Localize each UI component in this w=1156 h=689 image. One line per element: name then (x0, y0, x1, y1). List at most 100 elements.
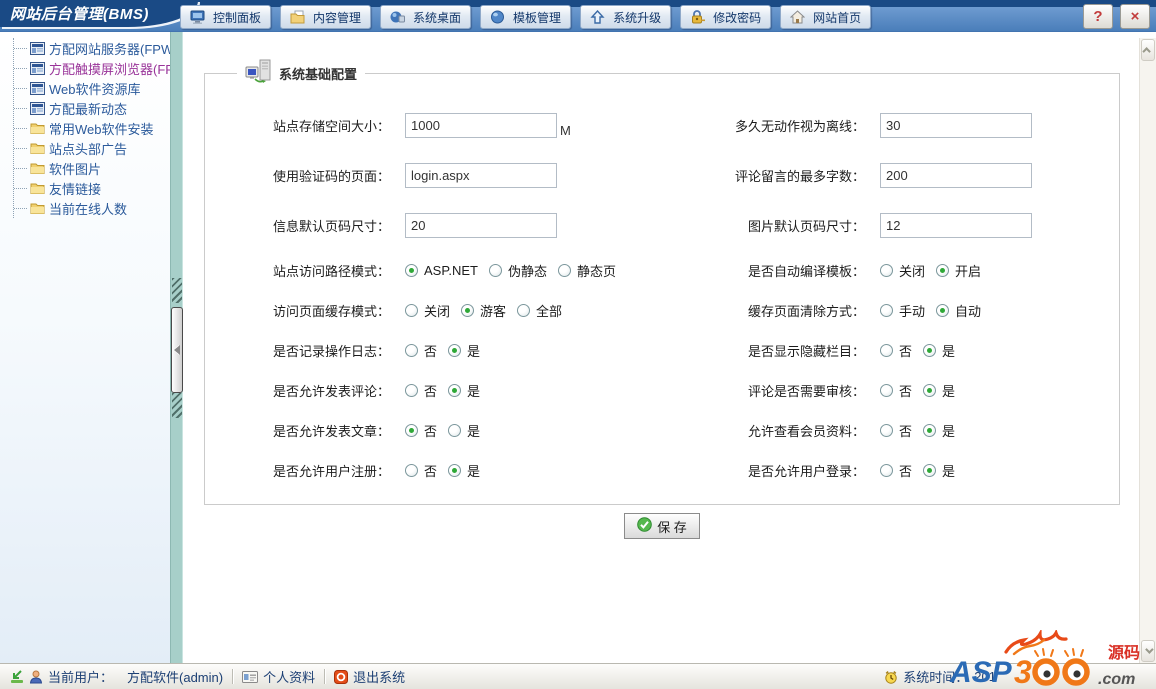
sidebar-splitter[interactable] (170, 32, 183, 663)
radio-option-yes[interactable]: 是 (448, 461, 480, 480)
radio-icon[interactable] (405, 463, 418, 477)
radio-option-on[interactable]: 开启 (936, 261, 981, 280)
radio-option-off[interactable]: 关闭 (405, 301, 450, 320)
sidebar-item-site-header-ads[interactable]: 站点头部广告 (14, 138, 170, 158)
radio-icon[interactable] (517, 303, 531, 317)
radio-option-no[interactable]: 否 (405, 341, 437, 360)
radio-option-yes[interactable]: 是 (448, 341, 480, 360)
toolbar-button-content-manage[interactable]: 内容管理 (280, 5, 372, 29)
radio-option-no[interactable]: 否 (405, 421, 437, 440)
toolbar-button-label: 内容管理 (313, 10, 362, 25)
close-button[interactable]: × (1120, 4, 1150, 29)
radio-option-no[interactable]: 否 (880, 421, 912, 440)
save-button[interactable]: 保 存 (624, 513, 700, 539)
radio-icon[interactable] (448, 383, 462, 397)
radio-icon[interactable] (405, 343, 418, 357)
toolbar-button-site-home[interactable]: 网站首页 (780, 5, 872, 29)
radio-label: 是 (942, 383, 956, 399)
radio-option-manual[interactable]: 手动 (880, 301, 925, 320)
radio-icon[interactable] (880, 423, 893, 437)
radio-icon[interactable] (923, 463, 937, 477)
radio-label: 否 (424, 423, 438, 439)
info-pagesize-input[interactable] (405, 212, 557, 238)
captcha-page-input[interactable] (405, 162, 557, 188)
radio-icon[interactable] (880, 303, 893, 317)
image-pagesize-input[interactable] (880, 212, 1032, 238)
radio-option-yes[interactable]: 是 (923, 421, 955, 440)
radio-icon[interactable] (448, 343, 462, 357)
radio-option-no[interactable]: 否 (405, 381, 437, 400)
radio-option-static-page[interactable]: 静态页 (557, 261, 616, 280)
radio-icon[interactable] (405, 263, 418, 277)
field-label: 是否自动编译模板： (747, 263, 865, 279)
help-button[interactable]: ? (1083, 4, 1113, 29)
radio-icon[interactable] (405, 423, 418, 437)
sidebar-item-web-software-install[interactable]: 常用Web软件安装 (14, 118, 170, 138)
radio-icon[interactable] (923, 423, 937, 437)
radio-icon[interactable] (880, 383, 893, 397)
radio-icon[interactable] (557, 263, 571, 277)
form-row: 是否允许发表文章： 否 是 允许查看会员资料： 否 是 (205, 410, 1119, 450)
toolbar-button-change-password[interactable]: 修改密码 (680, 5, 772, 29)
site-storage-input[interactable] (405, 112, 557, 138)
form-row: 使用验证码的页面： 评论留言的最多字数： (205, 150, 1119, 200)
radio-option-yes[interactable]: 是 (448, 421, 480, 440)
main-content: 系统基础配置 站点存储空间大小： M 多久无动作视为离线： 使用验证码的页面： (183, 32, 1156, 663)
radio-option-yes[interactable]: 是 (923, 381, 955, 400)
radio-label: 游客 (480, 303, 507, 319)
radio-option-no[interactable]: 否 (405, 461, 437, 480)
sidebar-item-fpwebserver[interactable]: 方配网站服务器(FPWebSe (14, 38, 170, 58)
sidebar-item-friend-links[interactable]: 友情链接 (14, 178, 170, 198)
radio-icon[interactable] (923, 383, 937, 397)
offline-timeout-input[interactable] (880, 112, 1032, 138)
radio-option-pseudo-static[interactable]: 伪静态 (488, 261, 547, 280)
radio-option-all[interactable]: 全部 (517, 301, 562, 320)
scroll-down-button[interactable] (1141, 640, 1155, 662)
radio-icon[interactable] (405, 303, 418, 317)
toolbar-button-control-panel[interactable]: 控制面板 (180, 5, 272, 29)
radio-option-yes[interactable]: 是 (448, 381, 480, 400)
radio-icon[interactable] (488, 263, 502, 277)
sidebar-item-web-resources[interactable]: Web软件资源库 (14, 78, 170, 98)
sidebar-item-fptouch[interactable]: 方配触摸屏浏览器(FPTouc (14, 58, 170, 78)
radio-icon[interactable] (405, 383, 418, 397)
radio-option-no[interactable]: 否 (880, 341, 912, 360)
radio-option-yes[interactable]: 是 (923, 461, 955, 480)
sidebar-item-label: 当前在线人数 (49, 201, 128, 217)
radio-option-no[interactable]: 否 (880, 461, 912, 480)
radio-label: 否 (899, 343, 913, 359)
radio-option-no[interactable]: 否 (880, 381, 912, 400)
toolbar-button-template-manage[interactable]: 模板管理 (480, 5, 572, 29)
vertical-scrollbar[interactable] (1139, 38, 1156, 663)
radio-option-guest[interactable]: 游客 (461, 301, 506, 320)
system-time-area: 系统时间： 201 (884, 667, 996, 686)
toolbar-button-system-desktop[interactable]: 系统桌面 (380, 5, 472, 29)
radio-icon[interactable] (448, 423, 462, 437)
splitter-collapse-handle[interactable] (171, 307, 183, 393)
folder-icon (30, 122, 45, 134)
sidebar-item-fp-news[interactable]: 方配最新动态 (14, 98, 170, 118)
radio-icon[interactable] (880, 263, 893, 277)
radio-icon[interactable] (923, 343, 937, 357)
sidebar-item-software-images[interactable]: 软件图片 (14, 158, 170, 178)
radio-icon[interactable] (461, 303, 475, 317)
toolbar-button-system-upgrade[interactable]: 系统升级 (580, 5, 672, 29)
radio-icon[interactable] (448, 463, 462, 477)
sidebar-item-online-users[interactable]: 当前在线人数 (14, 198, 170, 218)
radio-option-aspnet[interactable]: ASP.NET (405, 263, 478, 278)
radio-icon[interactable] (880, 343, 893, 357)
radio-option-auto[interactable]: 自动 (936, 301, 981, 320)
comment-maxlen-input[interactable] (880, 162, 1032, 188)
radio-option-yes[interactable]: 是 (923, 341, 955, 360)
radio-option-off[interactable]: 关闭 (880, 261, 925, 280)
sidebar-item-label: 友情链接 (49, 181, 102, 197)
radio-label: 否 (424, 463, 438, 479)
radio-icon[interactable] (936, 303, 950, 317)
field-label: 使用验证码的页面： (272, 168, 390, 184)
logout-link[interactable]: 退出系统 (334, 667, 405, 686)
radio-icon[interactable] (936, 263, 950, 277)
scroll-up-button[interactable] (1141, 39, 1155, 61)
form-row: 访问页面缓存模式： 关闭 游客 全部 缓存页面清除方式： 手动 自动 (205, 290, 1119, 330)
radio-icon[interactable] (880, 463, 893, 477)
profile-link[interactable]: 个人资料 (242, 667, 315, 686)
